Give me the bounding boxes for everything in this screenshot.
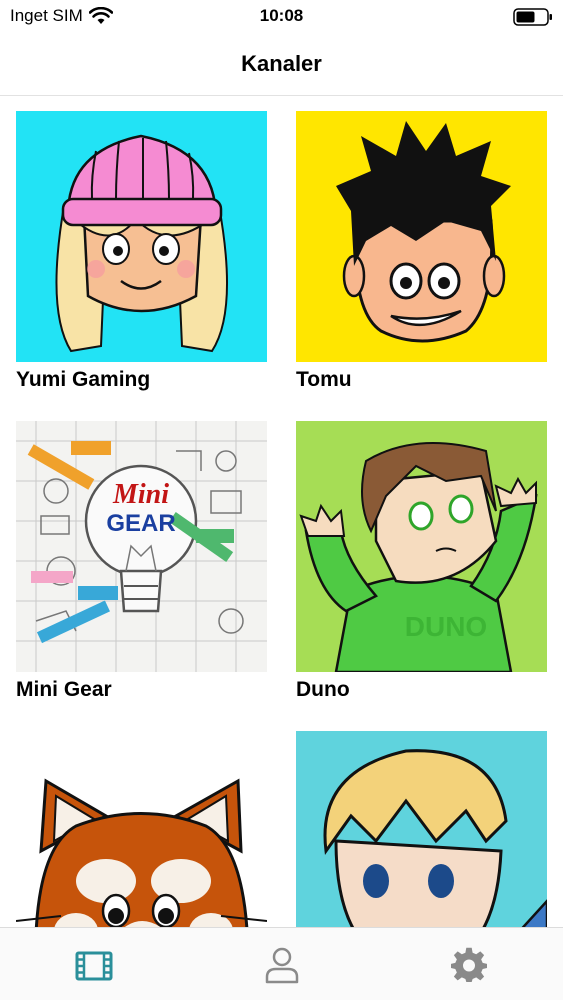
channel-title[interactable]: Mini Gear [16, 678, 267, 702]
tab-profile[interactable] [188, 928, 376, 1000]
channel-thumbnail[interactable]: DUNO [296, 421, 547, 672]
tab-channels[interactable] [0, 928, 188, 1000]
channel-card-tomu[interactable]: Tomu [296, 111, 547, 392]
channel-title[interactable]: Tomu [296, 368, 547, 392]
channel-card-mini-gear[interactable]: Mini GEAR Mini Gear [16, 421, 267, 702]
channel-thumbnail[interactable] [16, 111, 267, 362]
tomu-avatar-image [296, 111, 547, 362]
status-time: 10:08 [259, 6, 304, 25]
page-title: Kanaler [241, 51, 322, 76]
channel-card-duno[interactable]: DUNO Duno [296, 421, 547, 702]
duno-avatar-image: DUNO [296, 421, 547, 672]
status-bar: Inget SIM 10:08 [0, 0, 563, 32]
red-panda-avatar-image [16, 731, 267, 927]
blond-avatar-image [296, 731, 547, 927]
channel-thumbnail[interactable] [16, 731, 267, 927]
film-icon [75, 951, 113, 980]
battery-icon [513, 8, 552, 26]
person-icon [265, 947, 298, 983]
channel-thumbnail[interactable] [296, 111, 547, 362]
gear-icon [451, 947, 488, 982]
channel-title[interactable]: Duno [296, 678, 547, 702]
mini-gear-logo-image: Mini GEAR [16, 421, 267, 672]
mini-gear-logo-text-2: GEAR [106, 510, 175, 537]
channel-title[interactable]: Yumi Gaming [16, 368, 267, 392]
tab-bar [0, 927, 563, 1000]
mini-gear-logo-text-1: Mini [112, 479, 169, 510]
channel-thumbnail[interactable]: Mini GEAR [16, 421, 267, 672]
channel-card-red-panda[interactable] [16, 731, 267, 927]
channel-thumbnail[interactable] [296, 731, 547, 927]
yumi-avatar-image [16, 111, 267, 362]
channel-card-yumi-gaming[interactable]: Yumi Gaming [16, 111, 267, 392]
channel-card-blond-character[interactable] [296, 731, 547, 927]
tab-settings[interactable] [375, 928, 563, 1000]
channel-grid[interactable]: Yumi Gaming Tomu Mini GEAR Mini Gear DUN… [0, 97, 563, 927]
nav-bar: Kanaler [0, 32, 563, 96]
svg-text:DUNO: DUNO [405, 611, 487, 642]
